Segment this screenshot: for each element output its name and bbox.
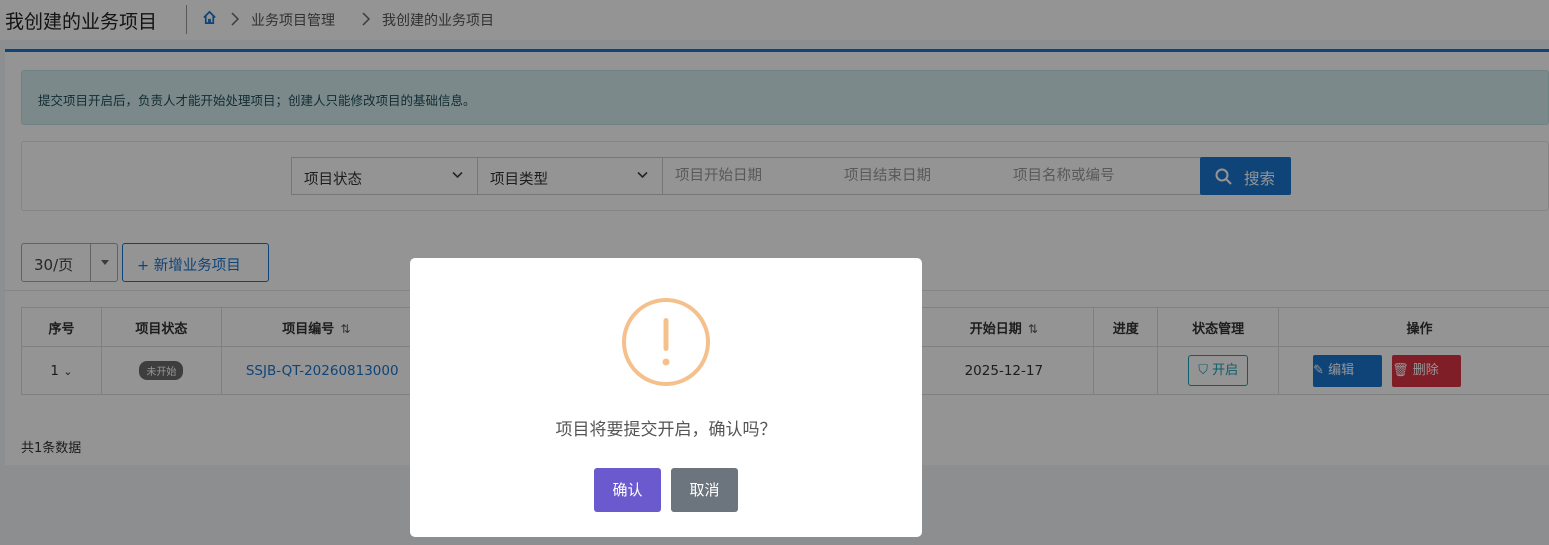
warning-circle-icon [622,298,710,386]
dialog-message: 项目将要提交开启，确认吗？ [555,420,777,440]
cancel-button[interactable]: 取消 [671,468,738,512]
confirm-dialog: 项目将要提交开启，确认吗？ 确认 取消 [410,258,922,537]
confirm-button[interactable]: 确认 [594,468,661,512]
